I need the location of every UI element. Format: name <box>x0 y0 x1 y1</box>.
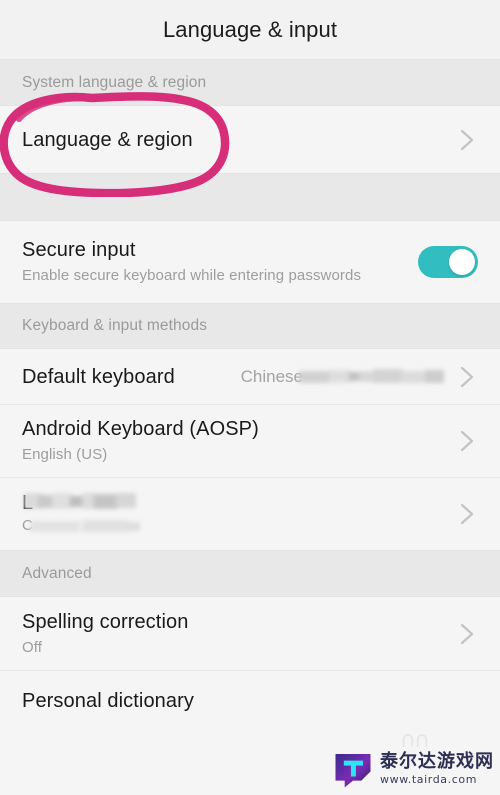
secure-input-toggle[interactable] <box>418 246 478 278</box>
row-redacted-keyboard[interactable]: L C <box>0 477 500 550</box>
redacted-title-block <box>24 492 136 511</box>
row-spelling-correction[interactable]: Spelling correction Off <box>0 597 500 670</box>
redacted-subtitle-block <box>30 519 140 534</box>
row-text-group: Secure input Enable secure keyboard whil… <box>22 238 406 286</box>
row-text-group: Spelling correction Off <box>22 610 444 658</box>
row-title: Spelling correction <box>22 610 189 633</box>
row-title: Language & region <box>22 128 193 151</box>
redacted-value-block <box>299 368 444 385</box>
chevron-right-icon <box>456 361 478 393</box>
row-title: Android Keyboard (AOSP) <box>22 418 259 441</box>
watermark-text-group: 泰尔达游戏网 www.tairda.com <box>380 751 494 786</box>
row-value: Chinese <box>241 367 444 387</box>
row-title: Secure input <box>22 239 136 262</box>
row-text-group: Language & region <box>22 128 444 152</box>
row-personal-dictionary[interactable]: Personal dictionary <box>0 670 500 730</box>
watermark-logo-icon <box>335 754 371 788</box>
row-secure-input[interactable]: Secure input Enable secure keyboard whil… <box>0 221 500 303</box>
row-subtitle: Enable secure keyboard while entering pa… <box>22 267 362 285</box>
section-header-advanced: Advanced <box>0 550 500 597</box>
row-title: L <box>22 492 444 514</box>
section-header-system-language: System language & region <box>0 60 500 106</box>
page-title: Language & input <box>162 16 338 42</box>
row-text-group: Default keyboard <box>22 365 231 389</box>
chevron-right-icon <box>456 425 478 457</box>
row-text-group: L C <box>22 492 444 536</box>
site-watermark: 泰尔达游戏网 www.tairda.com <box>333 749 494 789</box>
section-header-label: System language & region <box>22 73 207 91</box>
section-header-label: Keyboard & input methods <box>22 317 208 334</box>
row-title: Personal dictionary <box>22 689 194 712</box>
row-subtitle: C <box>22 517 444 536</box>
watermark-site-name: 泰尔达游戏网 <box>380 751 494 772</box>
section-header-label: Advanced <box>22 564 92 582</box>
row-subtitle: Off <box>22 638 43 656</box>
row-text-group: Android Keyboard (AOSP) English (US) <box>22 417 444 465</box>
chevron-right-icon <box>456 618 478 650</box>
toggle-knob <box>449 249 475 275</box>
chevron-right-icon <box>456 498 478 530</box>
row-subtitle: English (US) <box>22 446 108 464</box>
row-title: Default keyboard <box>22 365 175 388</box>
row-language-and-region[interactable]: Language & region <box>0 106 500 173</box>
section-divider-band <box>0 173 500 221</box>
chevron-right-icon <box>456 124 478 156</box>
section-header-keyboard-input-methods: Keyboard & input methods <box>0 303 500 349</box>
app-titlebar: Language & input <box>0 0 500 60</box>
row-android-keyboard-aosp[interactable]: Android Keyboard (AOSP) English (US) <box>0 404 500 477</box>
row-default-keyboard[interactable]: Default keyboard Chinese <box>0 349 500 404</box>
row-text-group: Personal dictionary <box>22 689 478 713</box>
watermark-site-url: www.tairda.com <box>380 773 478 786</box>
settings-screen: Language & input System language & regio… <box>0 0 500 795</box>
row-value-text: Chinese <box>240 366 303 386</box>
